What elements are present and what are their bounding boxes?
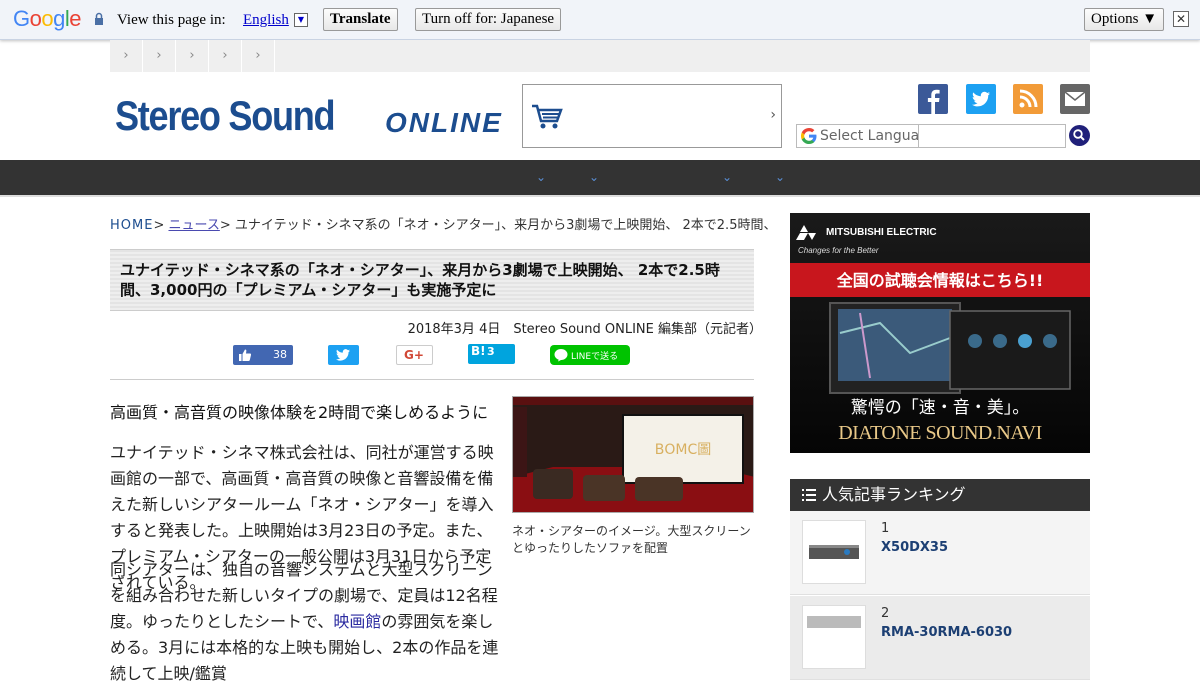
top-link[interactable]: › [209, 40, 242, 72]
ranking-thumbnail [802, 605, 866, 669]
search-input[interactable] [918, 124, 1066, 148]
twitter-icon[interactable] [966, 84, 996, 114]
rss-icon[interactable] [1013, 84, 1043, 114]
google-logo: Google [13, 6, 82, 31]
screen-logo: ВОМС圖 [655, 442, 711, 458]
top-link-strip: › › › › › [110, 40, 1090, 72]
chevron-down-icon[interactable]: ⌄ [722, 170, 732, 184]
top-link[interactable]: › [176, 40, 209, 72]
ad-slogan: 驚愕の「速・音・美」。 [851, 398, 1030, 418]
ad-tagline: Changes for the Better [798, 246, 879, 255]
ranking-number: 1 [881, 521, 890, 536]
breadcrumb-home[interactable]: HOME [110, 218, 153, 233]
article-title: ユナイテッド・シネマ系の「ネオ・シアター」、来月から3劇場で上映開始、 2本で2… [120, 261, 720, 299]
photo-caption: ネオ・シアターのイメージ。大型スクリーンとゆったりしたソファを配置 [512, 524, 751, 555]
breadcrumb: HOME> ニュース> ユナイテッド・シネマ系の「ネオ・シアター」、来月から3劇… [110, 214, 770, 233]
ranking-item[interactable]: 2 RMA-30RMA-6030 [790, 596, 1090, 680]
close-icon[interactable]: ✕ [1173, 11, 1189, 27]
facebook-icon[interactable] [918, 84, 948, 114]
mitsubishi-ad-banner[interactable]: MITSUBISHI ELECTRIC Changes for the Bett… [790, 213, 1090, 453]
article-lead: 高画質・高音質の映像体験を2時間で楽しめるように [110, 403, 489, 422]
search-button[interactable] [1069, 125, 1090, 146]
article-link[interactable]: 映画館 [333, 612, 381, 631]
lock-icon [95, 12, 103, 25]
tweet-button[interactable] [328, 345, 359, 365]
language-dropdown-icon[interactable]: ▼ [294, 13, 308, 27]
ad-brand: MITSUBISHI ELECTRIC [826, 227, 937, 238]
google-g-icon [801, 128, 817, 144]
divider [110, 379, 754, 380]
line-icon [554, 349, 568, 362]
chevron-down-icon[interactable]: ⌄ [536, 170, 546, 184]
list-icon [802, 489, 816, 501]
translate-button[interactable]: Translate [323, 8, 398, 31]
site-logo[interactable]: Stereo Sound ONLINE [115, 93, 510, 139]
top-link[interactable]: › [110, 40, 143, 72]
ranking-title[interactable]: RMA-30RMA-6030 [881, 625, 1012, 640]
ad-banner-text: 全国の試聴会情報はこちら!! [836, 271, 1044, 290]
chevron-down-icon[interactable]: ⌄ [589, 170, 599, 184]
line-share-button[interactable]: LINEで送る [550, 345, 630, 365]
top-link[interactable]: › [242, 40, 275, 72]
ranking-number: 2 [881, 606, 890, 621]
facebook-like-button[interactable]: 38 [233, 345, 293, 365]
main-nav: ⌄ ⌄ ⌄ ⌄ [0, 160, 1200, 197]
article-photo[interactable]: ВОМС圖 [512, 396, 754, 513]
translate-bar: Google View this page in: English ▼ Tran… [0, 0, 1200, 40]
search-icon [1073, 129, 1085, 141]
hatena-bookmark-button[interactable]: B! 3 [468, 344, 515, 364]
breadcrumb-news[interactable]: ニュース [168, 218, 219, 233]
ad-product: DIATONE SOUND.NAVI [838, 422, 1042, 444]
ranking-title[interactable]: X50DX35 [881, 540, 948, 555]
ranking-header: 人気記事ランキング [790, 479, 1090, 511]
article-paragraph: 同シアターは、独自の音響システムと大型スクリーンを組み合わせた新しいタイプの劇場… [110, 560, 499, 683]
cart-icon [532, 104, 563, 129]
turn-off-button[interactable]: Turn off for: Japanese [415, 8, 562, 31]
breadcrumb-current: ユナイテッド・シネマ系の「ネオ・シアター」、来月から3劇場で上映開始、 2本で2… [234, 218, 770, 233]
article-date: 2018年3月 4日 Stereo Sound ONLINE 編集部（元記者） [407, 322, 762, 337]
shop-banner[interactable]: › [522, 84, 782, 148]
options-button[interactable]: Options ▼ [1084, 8, 1165, 31]
ranking-item[interactable]: 1 X50DX35 [790, 511, 1090, 595]
article-title-box: ユナイテッド・シネマ系の「ネオ・シアター」、来月から3劇場で上映開始、 2本で2… [110, 249, 754, 311]
ranking-thumbnail [802, 520, 866, 584]
mail-icon[interactable] [1060, 84, 1090, 114]
top-link[interactable]: › [143, 40, 176, 72]
chevron-down-icon[interactable]: ⌄ [775, 170, 785, 184]
thumbs-up-icon [239, 349, 251, 361]
chevron-right-icon: › [770, 107, 776, 123]
view-page-label: View this page in: [117, 12, 226, 28]
language-link[interactable]: English [243, 12, 289, 29]
google-plus-button[interactable]: G+ [396, 345, 433, 365]
